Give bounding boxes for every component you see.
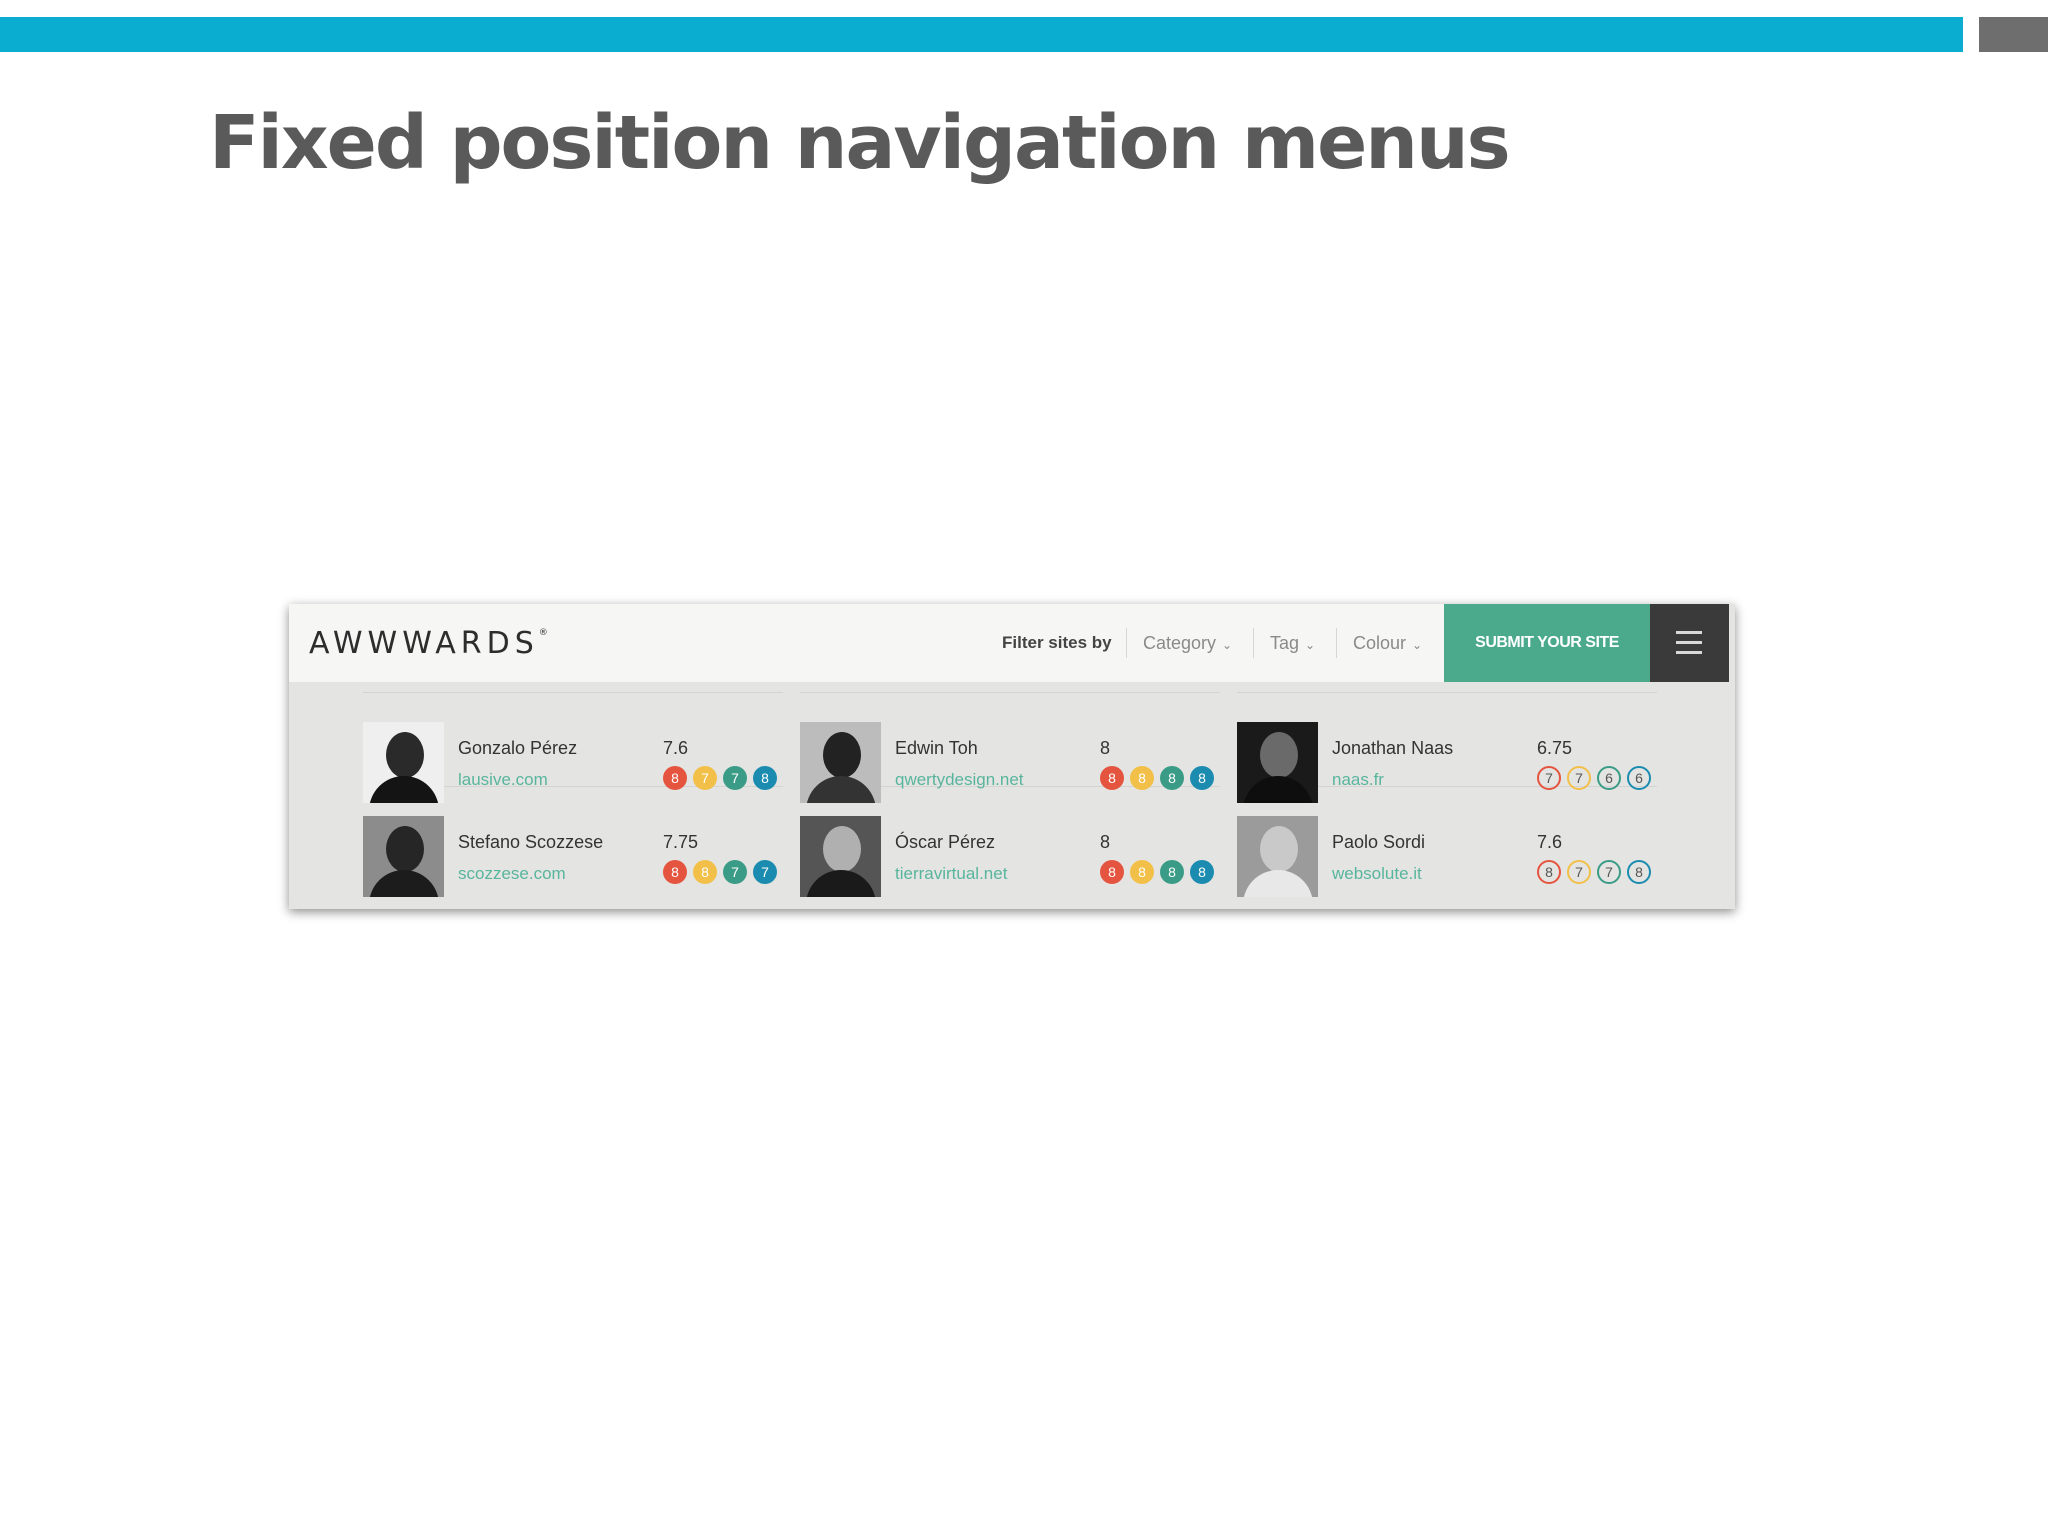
menu-button[interactable] [1650,604,1729,682]
score-badge: 8 [663,766,687,790]
awwwards-logo[interactable]: AWWWARDS® [309,626,548,661]
avatar[interactable] [800,816,881,897]
chevron-down-icon: ⌄ [1412,638,1423,652]
filter-label: Filter sites by [1002,633,1112,652]
avatar[interactable] [800,722,881,803]
logo-text: AWWWARDS [309,626,539,661]
site-link[interactable]: scozzese.com [458,864,566,884]
site-link[interactable]: qwertydesign.net [895,770,1024,790]
score-badge: 8 [1160,766,1184,790]
awwwards-screenshot: AWWWARDS® Filter sites by Category ⌄ Tag ⌄… [289,604,1735,909]
score-badge: 8 [1130,766,1154,790]
score-badge: 6 [1597,766,1621,790]
avatar-head [1260,826,1298,872]
site-card[interactable]: Stefano Scozzese scozzese.com 7.75 8 8 7 7 [363,816,783,897]
score-badge: 7 [1567,766,1591,790]
site-card[interactable]: Óscar Pérez tierravirtual.net 8 8 8 8 8 [800,816,1220,897]
chevron-down-icon: ⌄ [1305,638,1316,652]
colour-label: Colour [1353,633,1407,653]
row-divider [800,692,1220,693]
score-badge: 8 [693,860,717,884]
score-badge: 7 [723,766,747,790]
fixed-navbar: AWWWARDS® Filter sites by Category ⌄ Tag ⌄… [289,604,1729,682]
score-badge: 8 [1100,766,1124,790]
avatar[interactable] [1237,816,1318,897]
avatar-body [806,776,876,803]
score-badge: 7 [693,766,717,790]
category-label: Category [1143,633,1217,653]
avatar[interactable] [363,816,444,897]
author-name[interactable]: Edwin Toh [895,738,978,759]
avatar-head [386,732,424,778]
chevron-down-icon: ⌄ [1222,638,1233,652]
score-badge: 8 [1190,766,1214,790]
score-value: 8 [1100,832,1111,852]
slide-corner-tab [1979,17,2048,52]
score-value: 7.6 [663,738,689,758]
score-value: 6.75 [1537,738,1573,758]
site-link[interactable]: websolute.it [1332,864,1422,884]
row-divider [1237,692,1657,693]
divider [1336,628,1337,658]
colour-dropdown[interactable]: Colour ⌄ [1353,633,1422,654]
score-badge: 8 [663,860,687,884]
score-badge: 8 [1100,860,1124,884]
avatar-body [369,776,439,803]
score-badge: 7 [753,860,777,884]
score-badge: 8 [1190,860,1214,884]
category-dropdown[interactable]: Category ⌄ [1143,633,1232,654]
divider [1253,628,1254,658]
avatar[interactable] [363,722,444,803]
site-link[interactable]: naas.fr [1332,770,1384,790]
score-value: 7.75 [663,832,699,852]
row-divider [363,692,783,693]
score-badge: 7 [1537,766,1561,790]
site-link[interactable]: lausive.com [458,770,548,790]
score-badge: 8 [753,766,777,790]
avatar-head [823,826,861,872]
avatar-head [386,826,424,872]
author-name[interactable]: Paolo Sordi [1332,832,1425,853]
author-name[interactable]: Jonathan Naas [1332,738,1453,759]
slide-accent-bar [0,17,1963,52]
tag-label: Tag [1270,633,1300,653]
score-badge: 8 [1537,860,1561,884]
divider [1126,628,1127,658]
avatar-body [806,870,876,897]
score-badge: 8 [1130,860,1154,884]
avatar[interactable] [1237,722,1318,803]
slide-title: Fixed position navigation menus [209,100,1511,186]
avatar-head [823,732,861,778]
score-value: 8 [1100,738,1111,758]
score-badge: 8 [1627,860,1651,884]
avatar-body [369,870,439,897]
avatar-head [1260,732,1298,778]
site-card[interactable]: Jonathan Naas naas.fr 6.75 7 7 6 6 [1237,722,1657,803]
author-name[interactable]: Gonzalo Pérez [458,738,577,759]
site-card[interactable]: Paolo Sordi websolute.it 7.6 8 7 7 8 [1237,816,1657,897]
submit-your-site-button[interactable]: SUBMIT YOUR SITE [1444,604,1650,682]
author-name[interactable]: Óscar Pérez [895,832,995,853]
score-badge: 6 [1627,766,1651,790]
score-value: 7.6 [1537,832,1563,852]
site-link[interactable]: tierravirtual.net [895,864,1007,884]
score-badge: 7 [1567,860,1591,884]
avatar-body [1243,776,1313,803]
author-name[interactable]: Stefano Scozzese [458,832,603,853]
tag-dropdown[interactable]: Tag ⌄ [1270,633,1315,654]
avatar-body [1243,870,1313,897]
score-badge: 7 [723,860,747,884]
score-badge: 8 [1160,860,1184,884]
score-badge: 7 [1597,860,1621,884]
registered-mark: ® [538,628,548,638]
site-card[interactable]: Gonzalo Pérez lausive.com 7.6 8 7 7 8 [363,722,783,803]
site-card[interactable]: Edwin Toh qwertydesign.net 8 8 8 8 8 [800,722,1220,803]
